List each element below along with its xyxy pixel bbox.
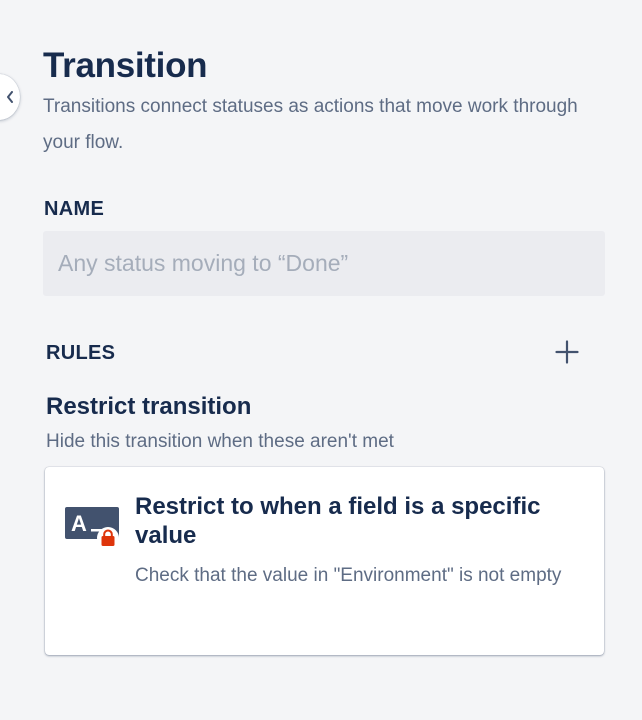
rule-title: Restrict to when a field is a specific v… [135, 493, 541, 549]
panel-header: Transition Transitions connect statuses … [43, 46, 603, 161]
collapse-panel-button[interactable] [0, 74, 20, 120]
add-rule-button[interactable] [549, 334, 585, 370]
page-title: Transition [43, 46, 208, 85]
name-input[interactable] [43, 231, 605, 296]
svg-text:A: A [71, 511, 87, 536]
name-field-label: NAME [44, 198, 105, 220]
plus-icon [555, 340, 579, 364]
rule-description: Check that the value in "Environment" is… [135, 565, 562, 586]
field-value-lock-icon: A [65, 507, 119, 549]
transition-panel: Transition Transitions connect statuses … [0, 0, 642, 720]
chevron-left-icon [7, 91, 13, 103]
page-description: Transitions connect statuses as actions … [43, 96, 578, 153]
rules-section-label: RULES [46, 342, 116, 364]
rule-group-description: Hide this transition when these aren't m… [46, 431, 394, 452]
rule-card[interactable]: A Restrict to when a field is a specific… [45, 467, 604, 655]
rule-group-title: Restrict transition [46, 393, 252, 420]
